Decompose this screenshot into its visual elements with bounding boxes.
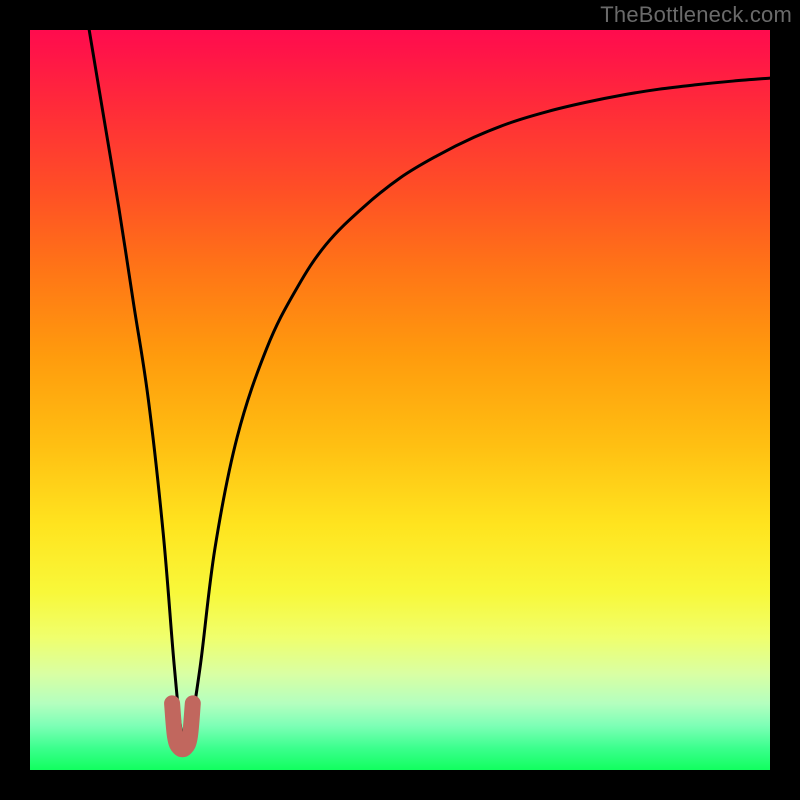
chart-svg bbox=[30, 30, 770, 770]
valley-highlight-path bbox=[172, 703, 193, 749]
curve-path bbox=[89, 30, 770, 742]
chart-frame: TheBottleneck.com bbox=[0, 0, 800, 800]
plot-area bbox=[30, 30, 770, 770]
watermark-text: TheBottleneck.com bbox=[600, 2, 792, 28]
